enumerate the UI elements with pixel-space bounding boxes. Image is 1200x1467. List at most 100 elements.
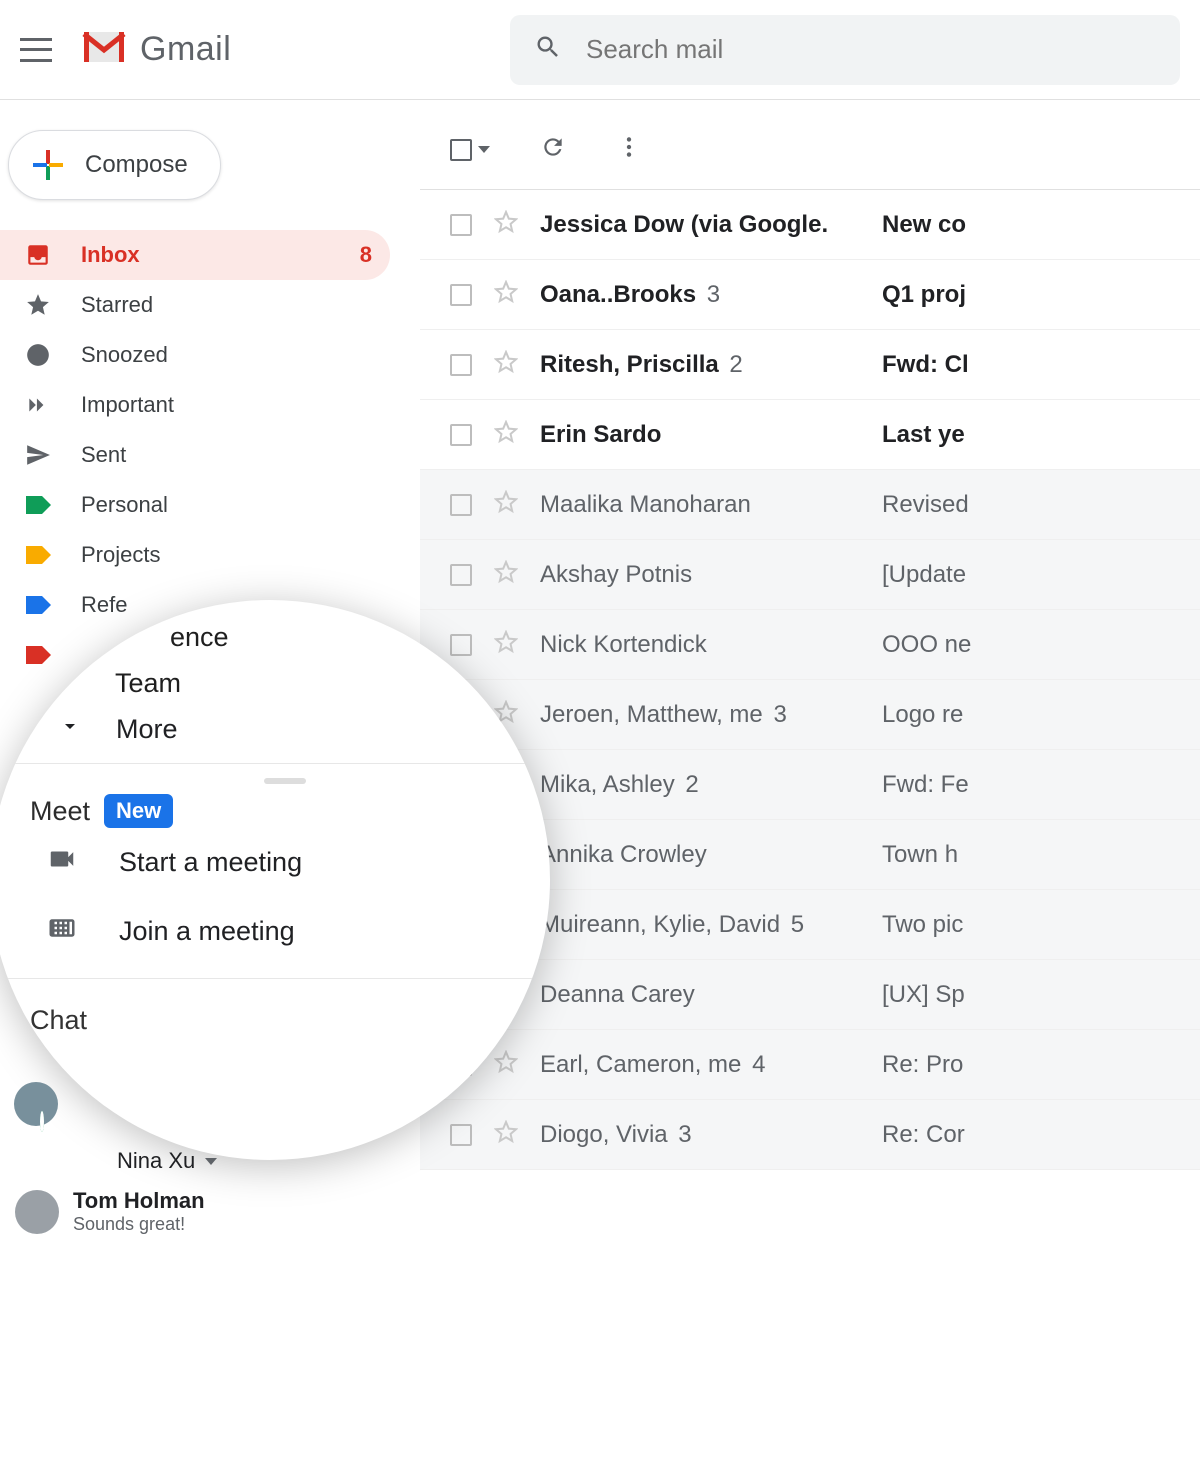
sidebar-item-sent[interactable]: Sent — [0, 430, 390, 480]
row-checkbox[interactable] — [450, 354, 472, 376]
search-input[interactable] — [586, 34, 1156, 65]
sender: Deanna Carey — [540, 981, 860, 1009]
sidebar-item-label: Personal — [81, 492, 168, 518]
star-icon[interactable] — [494, 630, 518, 659]
star-icon[interactable] — [494, 210, 518, 239]
row-checkbox[interactable] — [450, 424, 472, 446]
send-icon — [25, 442, 51, 468]
sidebar-item-personal[interactable]: Personal — [0, 480, 390, 530]
star-icon — [25, 292, 51, 318]
row-checkbox[interactable] — [450, 284, 472, 306]
sender: Ritesh, Priscilla 2 — [540, 351, 860, 379]
hangouts-section: Nina Xu Tom Holman Sounds great! — [15, 1148, 217, 1235]
gmail-icon — [82, 30, 126, 69]
sender: Jeroen, Matthew, me 3 — [540, 701, 860, 729]
keyboard-icon — [45, 913, 79, 950]
sidebar-item-label: Sent — [81, 442, 126, 468]
message-row[interactable]: Nick KortendickOOO ne — [420, 610, 1200, 680]
row-checkbox[interactable] — [450, 564, 472, 586]
subject: Re: Cor — [882, 1121, 965, 1149]
row-checkbox[interactable] — [450, 634, 472, 656]
sidebar-item-label: Inbox — [81, 242, 140, 268]
resize-handle[interactable] — [264, 778, 306, 784]
clock-icon — [25, 342, 51, 368]
sidebar-more[interactable]: More — [40, 714, 530, 745]
subject: Last ye — [882, 421, 965, 449]
account-switcher[interactable]: Nina Xu — [117, 1148, 217, 1174]
plus-icon — [33, 150, 63, 180]
sender: Erin Sardo — [540, 421, 860, 449]
subject: Two pic — [882, 911, 963, 939]
meet-section-title: Meet — [30, 796, 90, 827]
inbox-icon — [25, 242, 51, 268]
star-icon[interactable] — [494, 280, 518, 309]
sidebar-item-team[interactable]: Team — [40, 668, 530, 699]
subject: Fwd: Cl — [882, 351, 969, 379]
search-icon — [534, 33, 586, 66]
select-all[interactable] — [450, 139, 490, 161]
message-row[interactable]: Deanna Carey[UX] Sp — [420, 960, 1200, 1030]
message-row[interactable]: Ritesh, Priscilla 2 Fwd: Cl — [420, 330, 1200, 400]
main-menu-button[interactable] — [20, 38, 52, 62]
compose-button[interactable]: Compose — [8, 130, 221, 200]
sender: Akshay Potnis — [540, 561, 860, 589]
sidebar-item-starred[interactable]: Starred — [0, 280, 390, 330]
hangouts-contact[interactable]: Tom Holman Sounds great! — [15, 1188, 217, 1235]
inbox-count: 8 — [360, 242, 372, 268]
message-row[interactable]: Erin Sardo Last ye — [420, 400, 1200, 470]
message-row[interactable]: Jessica Dow (via Google.New co — [420, 190, 1200, 260]
sender: Maalika Manoharan — [540, 491, 860, 519]
sidebar-item-label: Refe — [81, 592, 127, 618]
chevron-down-icon — [58, 714, 82, 745]
subject: OOO ne — [882, 631, 971, 659]
search-bar — [410, 15, 1180, 85]
join-meeting-button[interactable]: Join a meeting — [40, 897, 530, 966]
meet-zoom-overlay: ence Team More Meet New Start a meeting … — [0, 600, 550, 1160]
avatar — [14, 1082, 44, 1131]
sender: Diogo, Vivia 3 — [540, 1121, 860, 1149]
sidebar: Compose Inbox 8 Starred Snoozed Important Sen… — [0, 110, 390, 680]
sidebar-item-label: Important — [81, 392, 174, 418]
subject: New co — [882, 211, 966, 239]
row-checkbox[interactable] — [450, 494, 472, 516]
search-container[interactable] — [510, 15, 1180, 85]
message-row[interactable]: Diogo, Vivia 3 Re: Cor — [420, 1100, 1200, 1170]
header: Gmail — [0, 0, 1200, 100]
star-icon[interactable] — [494, 350, 518, 379]
sidebar-item-important[interactable]: Important — [0, 380, 390, 430]
new-badge: New — [104, 794, 173, 828]
star-icon[interactable] — [494, 490, 518, 519]
star-icon[interactable] — [494, 1050, 518, 1079]
message-row[interactable]: Earl, Cameron, me 4Re: Pro — [420, 1030, 1200, 1100]
contact-name: Tom Holman — [73, 1188, 205, 1214]
subject: Logo re — [882, 701, 963, 729]
row-checkbox[interactable] — [450, 214, 472, 236]
message-pane: Jessica Dow (via Google.New coOana..Broo… — [420, 110, 1200, 1170]
chat-section-title: Chat — [30, 1005, 530, 1036]
more-button[interactable] — [616, 134, 642, 165]
compose-label: Compose — [85, 151, 188, 179]
message-row[interactable]: Jeroen, Matthew, me 3 Logo re — [420, 680, 1200, 750]
star-icon[interactable] — [494, 420, 518, 449]
video-icon — [45, 844, 79, 881]
gmail-logo[interactable]: Gmail — [82, 30, 231, 69]
contact-status: Sounds great! — [73, 1214, 205, 1235]
start-meeting-button[interactable]: Start a meeting — [40, 828, 530, 897]
sidebar-item-projects[interactable]: Projects — [0, 530, 390, 580]
toolbar — [420, 110, 1200, 190]
star-icon[interactable] — [494, 1120, 518, 1149]
subject: Re: Pro — [882, 1051, 963, 1079]
sidebar-item-snoozed[interactable]: Snoozed — [0, 330, 390, 380]
sidebar-item-label: Starred — [81, 292, 153, 318]
star-icon[interactable] — [494, 560, 518, 589]
row-checkbox[interactable] — [450, 1124, 472, 1146]
sender: Annika Crowley — [540, 841, 860, 869]
message-row[interactable]: Maalika Manoharan Revised — [420, 470, 1200, 540]
sidebar-item-inbox[interactable]: Inbox 8 — [0, 230, 390, 280]
refresh-button[interactable] — [540, 134, 566, 165]
message-row[interactable]: Akshay Potnis[Update — [420, 540, 1200, 610]
message-row[interactable]: Oana..Brooks 3Q1 proj — [420, 260, 1200, 330]
subject: Revised — [882, 491, 969, 519]
subject: Fwd: Fe — [882, 771, 969, 799]
sidebar-item-label: Snoozed — [81, 342, 168, 368]
